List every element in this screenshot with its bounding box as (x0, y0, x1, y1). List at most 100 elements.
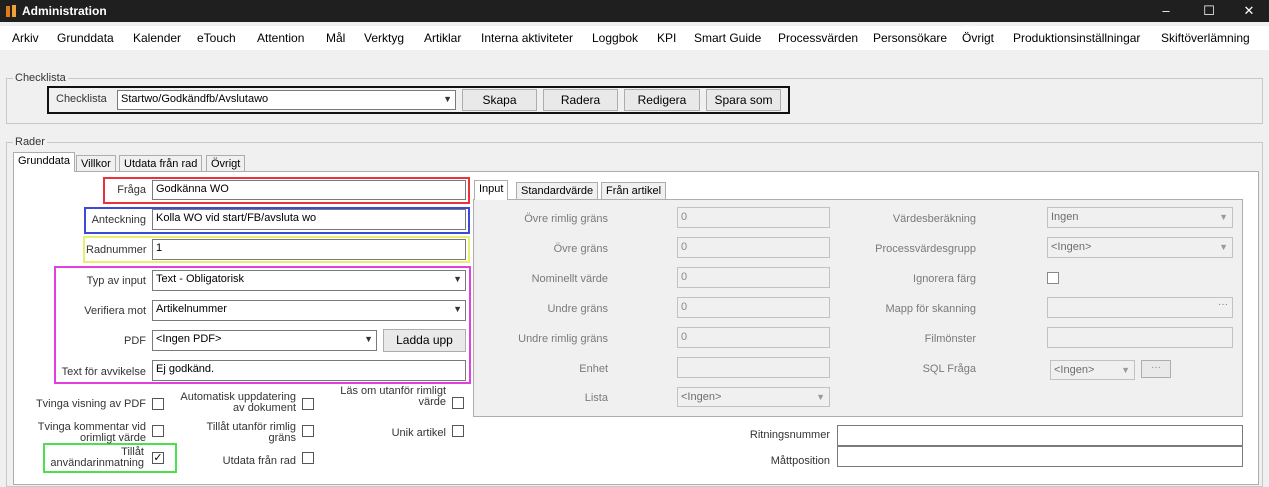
menu-smart-guide[interactable]: Smart Guide (694, 31, 761, 45)
upper-limit-input[interactable]: 0 (677, 237, 830, 258)
auto-update-checkbox[interactable] (302, 398, 314, 410)
unique-article-checkbox[interactable] (452, 425, 464, 437)
read-outside-checkbox[interactable] (452, 397, 464, 409)
file-pattern-input[interactable] (1047, 327, 1233, 348)
sql-query-label: SQL Fråga (922, 363, 976, 375)
tab-ovrigt[interactable]: Övrigt (206, 155, 246, 172)
chevron-down-icon: ▼ (1121, 365, 1130, 375)
measure-position-input[interactable] (837, 446, 1243, 467)
tab-villkor[interactable]: Villkor (76, 155, 116, 172)
tab-fran-artikel[interactable]: Från artikel (601, 182, 667, 200)
chevron-down-icon: ▼ (453, 274, 462, 284)
value-calc-value: Ingen (1051, 211, 1079, 223)
ignore-color-checkbox[interactable] (1047, 272, 1059, 284)
deviation-text-input[interactable]: Ej godkänd. (152, 360, 466, 381)
menu-verktyg[interactable]: Verktyg (364, 31, 404, 45)
verify-against-select[interactable]: Artikelnummer ▼ (152, 300, 466, 321)
lower-limit-input[interactable]: 0 (677, 297, 830, 318)
allow-outside-label: Tillåt utanför rimlig gräns (206, 421, 296, 444)
close-button[interactable]: ✕ (1229, 0, 1269, 22)
allow-user-input-checkbox[interactable]: ✓ (152, 452, 164, 464)
tab-standardvarde[interactable]: Standardvärde (516, 182, 599, 200)
menu-interna-aktiviteter[interactable]: Interna aktiviteter (481, 31, 573, 45)
drawing-number-label: Ritningsnummer (749, 429, 830, 441)
sql-query-select[interactable]: <Ingen> ▼ (1050, 360, 1135, 380)
menu-produktionsinstallningar[interactable]: Produktionsinställningar (1013, 31, 1140, 45)
menu-processvarden[interactable]: Processvärden (778, 31, 858, 45)
lower-reasonable-label: Undre rimlig gräns (518, 333, 608, 345)
pdf-label: PDF (124, 335, 146, 347)
nominal-input[interactable]: 0 (677, 267, 830, 288)
minimize-button[interactable]: – (1146, 0, 1186, 22)
question-label: Fråga (117, 184, 146, 196)
upload-pdf-button[interactable]: Ladda upp (383, 329, 466, 352)
row-number-input[interactable]: 1 (152, 239, 466, 260)
checklist-label: Checklista (56, 93, 107, 105)
tab-input[interactable]: Input (474, 180, 509, 200)
output-from-row-checkbox[interactable] (302, 452, 314, 464)
unique-article-label: Unik artikel (391, 427, 446, 439)
input-type-select[interactable]: Text - Obligatorisk ▼ (152, 270, 466, 291)
menu-skiftoverlamning[interactable]: Skiftöverlämning (1161, 31, 1250, 45)
browse-icon[interactable]: ··· (1218, 299, 1228, 310)
value-calc-select[interactable]: Ingen ▼ (1047, 207, 1233, 228)
note-input[interactable]: Kolla WO vid start/FB/avsluta wo (152, 209, 466, 230)
force-comment-checkbox[interactable] (152, 425, 164, 437)
sql-browse-button[interactable]: ··· (1141, 360, 1171, 378)
menu-etouch[interactable]: eTouch (197, 31, 236, 45)
checklist-select-value: Startwo/Godkändfb/Avslutawo (121, 93, 269, 105)
chevron-down-icon: ▼ (1219, 212, 1228, 222)
save-as-button[interactable]: Spara som (706, 89, 781, 111)
menu-loggbok[interactable]: Loggbok (592, 31, 638, 45)
row-number-label: Radnummer (86, 244, 147, 256)
process-group-value: <Ingen> (1051, 241, 1092, 253)
input-type-value: Text - Obligatorisk (156, 273, 245, 285)
menu-grunddata[interactable]: Grunddata (57, 31, 114, 45)
maximize-button[interactable]: ☐ (1189, 0, 1229, 22)
note-label: Anteckning (91, 214, 146, 226)
allow-outside-checkbox[interactable] (302, 425, 314, 437)
chevron-down-icon: ▼ (1219, 242, 1228, 252)
value-calc-label: Värdesberäkning (892, 213, 976, 225)
pdf-select[interactable]: <Ingen PDF> ▼ (152, 330, 377, 351)
list-select[interactable]: <Ingen> ▼ (677, 387, 830, 407)
force-pdf-checkbox[interactable] (152, 398, 164, 410)
create-button[interactable]: Skapa (462, 89, 537, 111)
drawing-number-input[interactable] (837, 425, 1243, 446)
upper-limit-label: Övre gräns (553, 243, 608, 255)
list-label: Lista (584, 392, 608, 404)
menu-arkiv[interactable]: Arkiv (12, 31, 39, 45)
edit-button[interactable]: Redigera (624, 89, 700, 111)
checklist-select[interactable]: Startwo/Godkändfb/Avslutawo ▼ (117, 90, 456, 110)
menu-personsokare[interactable]: Personsökare (873, 31, 947, 45)
process-group-select[interactable]: <Ingen> ▼ (1047, 237, 1233, 258)
upper-reasonable-input[interactable]: 0 (677, 207, 830, 228)
tab-grunddata[interactable]: Grunddata (13, 152, 75, 172)
sql-query-value: <Ingen> (1054, 364, 1095, 376)
deviation-text-label: Text för avvikelse (61, 366, 146, 378)
process-group-label: Processvärdesgrupp (875, 243, 976, 255)
auto-update-label: Automatisk uppdatering av dokument (180, 391, 296, 414)
menu-kalender[interactable]: Kalender (133, 31, 181, 45)
window-title: Administration (22, 4, 107, 18)
upper-reasonable-label: Övre rimlig gräns (524, 213, 608, 225)
tab-utdata-fran-rad[interactable]: Utdata från rad (119, 155, 203, 172)
output-from-row-label: Utdata från rad (222, 455, 296, 467)
delete-button[interactable]: Radera (543, 89, 618, 111)
menu-bar: Arkiv Grunddata Kalender eTouch Attentio… (0, 26, 1269, 50)
verify-against-label: Verifiera mot (84, 305, 146, 317)
lower-reasonable-input[interactable]: 0 (677, 327, 830, 348)
question-input[interactable]: Godkänna WO (152, 180, 466, 200)
scan-folder-input[interactable]: ··· (1047, 297, 1233, 318)
menu-attention[interactable]: Attention (257, 31, 304, 45)
rows-group-legend: Rader (13, 136, 47, 148)
lower-limit-label: Undre gräns (547, 303, 608, 315)
chevron-down-icon: ▼ (453, 304, 462, 314)
unit-input[interactable] (677, 357, 830, 378)
menu-kpi[interactable]: KPI (657, 31, 676, 45)
menu-mal[interactable]: Mål (326, 31, 345, 45)
app-logo-icon (6, 5, 16, 17)
menu-artiklar[interactable]: Artiklar (424, 31, 461, 45)
menu-ovrigt[interactable]: Övrigt (962, 31, 994, 45)
measure-position-label: Måttposition (770, 455, 830, 467)
